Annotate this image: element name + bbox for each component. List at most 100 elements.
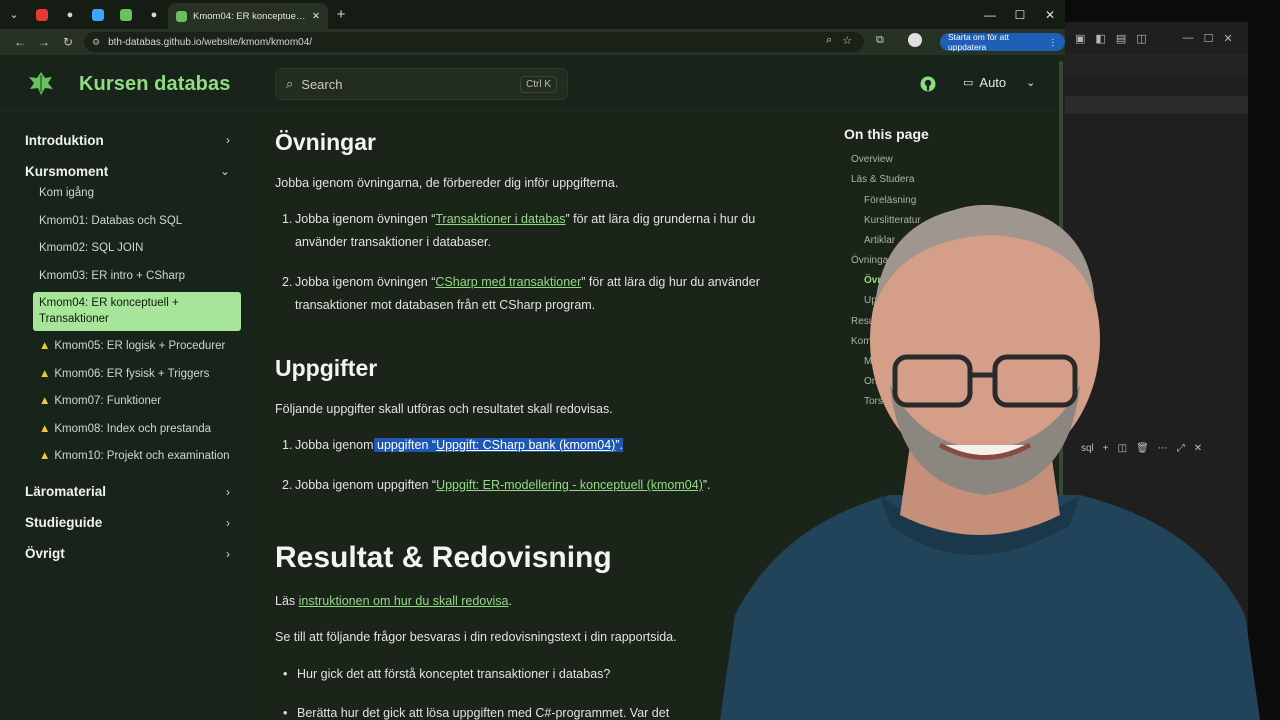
sidebar-group-introduktion[interactable]: Introduktion › xyxy=(0,125,255,155)
github-icon: ● xyxy=(150,8,158,21)
tab-other[interactable] xyxy=(84,4,112,26)
sidebar-group-studieguide[interactable]: Studieguide › xyxy=(0,508,255,538)
minimize-icon[interactable]: — xyxy=(975,0,1005,29)
sidebar-item-kmom07[interactable]: ▲ Kmom07: Funktioner xyxy=(33,390,241,414)
window-controls: — ☐ ✕ xyxy=(975,0,1065,29)
sidebar-group-label: Studieguide xyxy=(25,515,103,530)
tab-github-2[interactable]: ● xyxy=(140,4,168,26)
maximize-icon[interactable]: ☐ xyxy=(1204,32,1214,45)
menu-dots-icon: ⋮ xyxy=(1048,36,1058,47)
laptop-icon: ▭ xyxy=(963,77,974,89)
tab-youtube[interactable] xyxy=(28,4,56,26)
site-info-icon[interactable]: ⚙ xyxy=(92,37,100,48)
split-icon[interactable]: ◫ xyxy=(1136,32,1146,45)
sidebar-group-label: Kursmoment xyxy=(25,163,109,179)
sidebar-item-kmom10[interactable]: ▲ Kmom10: Projekt och examination xyxy=(33,445,241,469)
sidebar-item-kmom05[interactable]: ▲ Kmom05: ER logisk + Procedurer xyxy=(33,335,241,359)
text: transaktioner mot databasen från ett CSh… xyxy=(295,298,596,312)
text-selection: uppgiften “Uppgift: CSharp bank (kmom04)… xyxy=(373,438,623,452)
sidebar-item-kmom06[interactable]: ▲ Kmom06: ER fysisk + Triggers xyxy=(33,363,241,387)
close-icon[interactable]: ✕ xyxy=(1224,32,1233,45)
heading-ovningar: Övningar xyxy=(275,129,376,155)
link-instruktionen-redovisa[interactable]: instruktionen om hur du skall redovisa xyxy=(299,594,509,608)
forward-icon[interactable]: → xyxy=(32,35,56,49)
sidebar-item-kmom04[interactable]: Kmom04: ER konceptuell + Transaktioner xyxy=(33,292,241,331)
zoom-icon[interactable]: ⌕ xyxy=(826,34,832,47)
bullet-item: Hur gick det att förstå konceptet transa… xyxy=(283,667,610,681)
text: Jobba igenom övningen “ xyxy=(295,212,436,226)
sidebar-item-kmom01[interactable]: Kmom01: Databas och SQL xyxy=(33,210,241,234)
text: . xyxy=(508,594,512,608)
sidebar-item-kom-igang[interactable]: Kom igång xyxy=(33,182,241,206)
sidebar-group-label: Läromaterial xyxy=(25,484,107,499)
sidebar-item-kmom02[interactable]: Kmom02: SQL JOIN xyxy=(33,237,241,261)
site-title[interactable]: Kursen databas xyxy=(79,73,230,96)
tab-github[interactable]: ● xyxy=(56,4,84,26)
site-header: Kursen databas ⌕ Search Ctrl K ▭ Auto ⌄ xyxy=(0,55,1057,111)
tab-title: Kmom04: ER konceptuell + Transaktioner xyxy=(193,10,306,22)
link-uppgift-csharp-bank[interactable]: Uppgift: CSharp bank (kmom04) xyxy=(436,438,615,452)
tab-course[interactable] xyxy=(112,4,140,26)
link-csharp-med-transaktioner[interactable]: CSharp med transaktioner xyxy=(435,275,581,289)
list-number: 1. xyxy=(282,438,293,452)
tab-strip: ⌄ ● ● Kmom04: ER konceptuell + Transakti… xyxy=(0,0,1065,29)
update-label: Starta om för att uppdatera xyxy=(948,32,1009,52)
text: använder transaktioner i databaser. xyxy=(295,235,491,249)
layout-icon[interactable]: ▣ xyxy=(1075,32,1085,45)
search-placeholder: Search xyxy=(301,76,343,92)
reload-icon[interactable]: ↻ xyxy=(56,35,80,49)
toc-item-overview[interactable]: Overview xyxy=(851,154,893,165)
panel-toggle-icon[interactable]: ▤ xyxy=(1116,32,1126,45)
close-window-icon[interactable]: ✕ xyxy=(1035,0,1065,29)
resultat-las: Läs instruktionen om hur du skall redovi… xyxy=(275,594,512,608)
extensions-icon[interactable]: ⧉ xyxy=(876,34,884,47)
link-uppgift-er-modellering[interactable]: Uppgift: ER-modellering - konceptuell (k… xyxy=(436,478,703,492)
sidebar-item-kmom08[interactable]: ▲ Kmom08: Index och prestanda xyxy=(33,418,241,442)
search-shortcut-badge: Ctrl K xyxy=(520,75,557,93)
text: Jobba igenom uppgiften “ xyxy=(295,478,437,492)
search-input[interactable]: ⌕ Search Ctrl K xyxy=(275,68,568,100)
list-number: 2. xyxy=(282,275,293,289)
close-tab-icon[interactable]: ✕ xyxy=(312,11,320,22)
sidebar-toggle-icon[interactable]: ◧ xyxy=(1095,32,1105,45)
chevron-right-icon: › xyxy=(226,515,230,530)
new-tab-button[interactable]: + xyxy=(328,6,354,23)
sidebar-item-kmom03[interactable]: Kmom03: ER intro + CSharp xyxy=(33,265,241,289)
theme-select[interactable]: ▭ Auto ⌄ xyxy=(963,75,1035,90)
sidebar-group-laromaterial[interactable]: Läromaterial › xyxy=(0,477,255,507)
youtube-icon xyxy=(36,8,48,21)
editor-code-area xyxy=(1065,96,1248,114)
profile-avatar[interactable] xyxy=(907,33,922,47)
heading-resultat: Resultat & Redovisning xyxy=(275,541,612,574)
search-icon: ⌕ xyxy=(286,76,294,91)
maximize-icon[interactable]: ☐ xyxy=(1005,0,1035,29)
chevron-right-icon: › xyxy=(226,546,230,561)
text: Jobba igenom övningen “ xyxy=(295,275,436,289)
toc-title: On this page xyxy=(844,126,929,142)
chevron-right-icon: › xyxy=(226,133,230,147)
uppgifter-intro: Följande uppgifter skall utföras och res… xyxy=(275,402,613,416)
webcam-presenter-image xyxy=(720,205,1260,720)
app-icon xyxy=(92,8,104,21)
back-icon[interactable]: ← xyxy=(8,35,32,49)
link-transaktioner-i-databas[interactable]: Transaktioner i databas xyxy=(435,212,565,226)
sidebar-group-ovrigt[interactable]: Övrigt › xyxy=(0,539,255,569)
url-field[interactable]: ⚙ bth-databas.github.io/website/kmom/kmo… xyxy=(84,32,864,52)
leaf-icon xyxy=(120,8,132,21)
sidebar-group-label: Introduktion xyxy=(25,132,104,148)
leaf-logo-icon[interactable] xyxy=(28,70,54,96)
tab-search-button[interactable]: ⌄ xyxy=(0,4,28,26)
toc-item-las-studera[interactable]: Läs & Studera xyxy=(851,174,914,185)
bookmark-star-icon[interactable]: ☆ xyxy=(842,34,852,47)
editor-tab-row xyxy=(1065,54,1248,76)
omnibox-actions: ⌕ ☆ ⧉ xyxy=(826,33,922,47)
ovningar-intro: Jobba igenom övningarna, de förbereder d… xyxy=(275,176,619,190)
text: Läs xyxy=(275,594,299,608)
tab-active[interactable]: Kmom04: ER konceptuell + Transaktioner ✕ xyxy=(168,3,328,29)
update-button[interactable]: Starta om för att uppdatera ⋮ xyxy=(940,32,1065,52)
github-icon[interactable] xyxy=(920,76,936,92)
warning-icon: ▲ xyxy=(39,422,51,435)
editor-toolbar: ▣ ◧ ▤ ◫ — ☐ ✕ xyxy=(1065,22,1248,54)
minimize-icon[interactable]: — xyxy=(1183,32,1194,44)
sidebar-item-label: Kmom06: ER fysisk + Triggers xyxy=(54,367,210,380)
